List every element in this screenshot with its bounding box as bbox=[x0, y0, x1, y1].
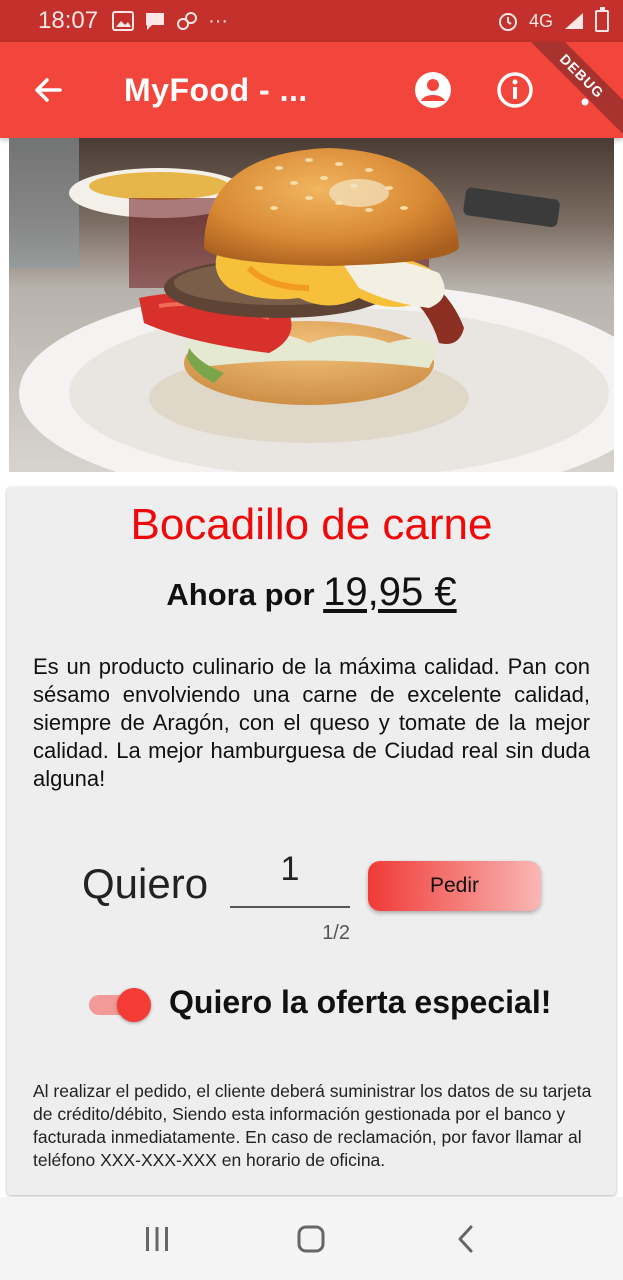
network-type: 4G bbox=[528, 10, 553, 31]
system-navigation-bar bbox=[0, 1197, 623, 1280]
order-button[interactable]: Pedir bbox=[368, 861, 541, 911]
quantity-label: Quiero bbox=[82, 860, 209, 907]
account-circle-icon bbox=[415, 72, 451, 108]
product-price: 19,95 € bbox=[323, 570, 457, 614]
signal-icon bbox=[565, 13, 583, 29]
order-button-label: Pedir bbox=[429, 874, 480, 897]
message-notification-icon bbox=[146, 13, 165, 30]
switch-thumb bbox=[117, 988, 151, 1022]
recent-apps-icon bbox=[146, 1226, 169, 1251]
system-back-button[interactable] bbox=[436, 1209, 496, 1269]
product-description: Es un producto culinario de la máxima ca… bbox=[33, 654, 590, 791]
more-notifications-indicator: ··· bbox=[208, 9, 229, 32]
home-icon bbox=[297, 1225, 325, 1252]
price-prefix: Ahora por bbox=[166, 577, 315, 612]
product-image bbox=[9, 138, 614, 472]
status-right: 4G bbox=[497, 7, 609, 32]
battery-icon bbox=[595, 7, 609, 32]
product-name: Bocadillo de carne bbox=[130, 500, 493, 549]
info-button[interactable] bbox=[487, 62, 543, 118]
notification-icons: ··· bbox=[112, 10, 228, 33]
chevron-left-icon bbox=[458, 1225, 473, 1252]
alarm-icon bbox=[498, 13, 517, 31]
account-button[interactable] bbox=[405, 62, 461, 118]
status-bar: 18:07 ··· 4G bbox=[0, 0, 623, 42]
info-icon bbox=[497, 72, 533, 108]
app-bar: MyFood - ... DEBUG bbox=[0, 42, 623, 138]
quantity-input[interactable]: 1 bbox=[230, 846, 350, 908]
arrow-back-icon bbox=[35, 78, 62, 102]
back-button[interactable] bbox=[20, 62, 76, 118]
recent-apps-button[interactable] bbox=[127, 1209, 187, 1269]
home-button[interactable] bbox=[281, 1209, 341, 1269]
price-line: Ahora por 19,95 € bbox=[0, 570, 623, 615]
image-notification-icon bbox=[112, 11, 135, 31]
special-offer-label: Quiero la oferta especial! bbox=[169, 984, 552, 1020]
link-notification-icon bbox=[177, 12, 198, 30]
quantity-character-counter: 1/2 bbox=[322, 922, 350, 944]
status-time: 18:07 bbox=[38, 7, 99, 34]
burger-photo bbox=[9, 138, 614, 472]
special-offer-switch[interactable] bbox=[89, 988, 153, 1022]
disclaimer-text: Al realizar el pedido, el cliente deberá… bbox=[33, 1081, 592, 1170]
app-title: MyFood - ... bbox=[124, 71, 308, 108]
